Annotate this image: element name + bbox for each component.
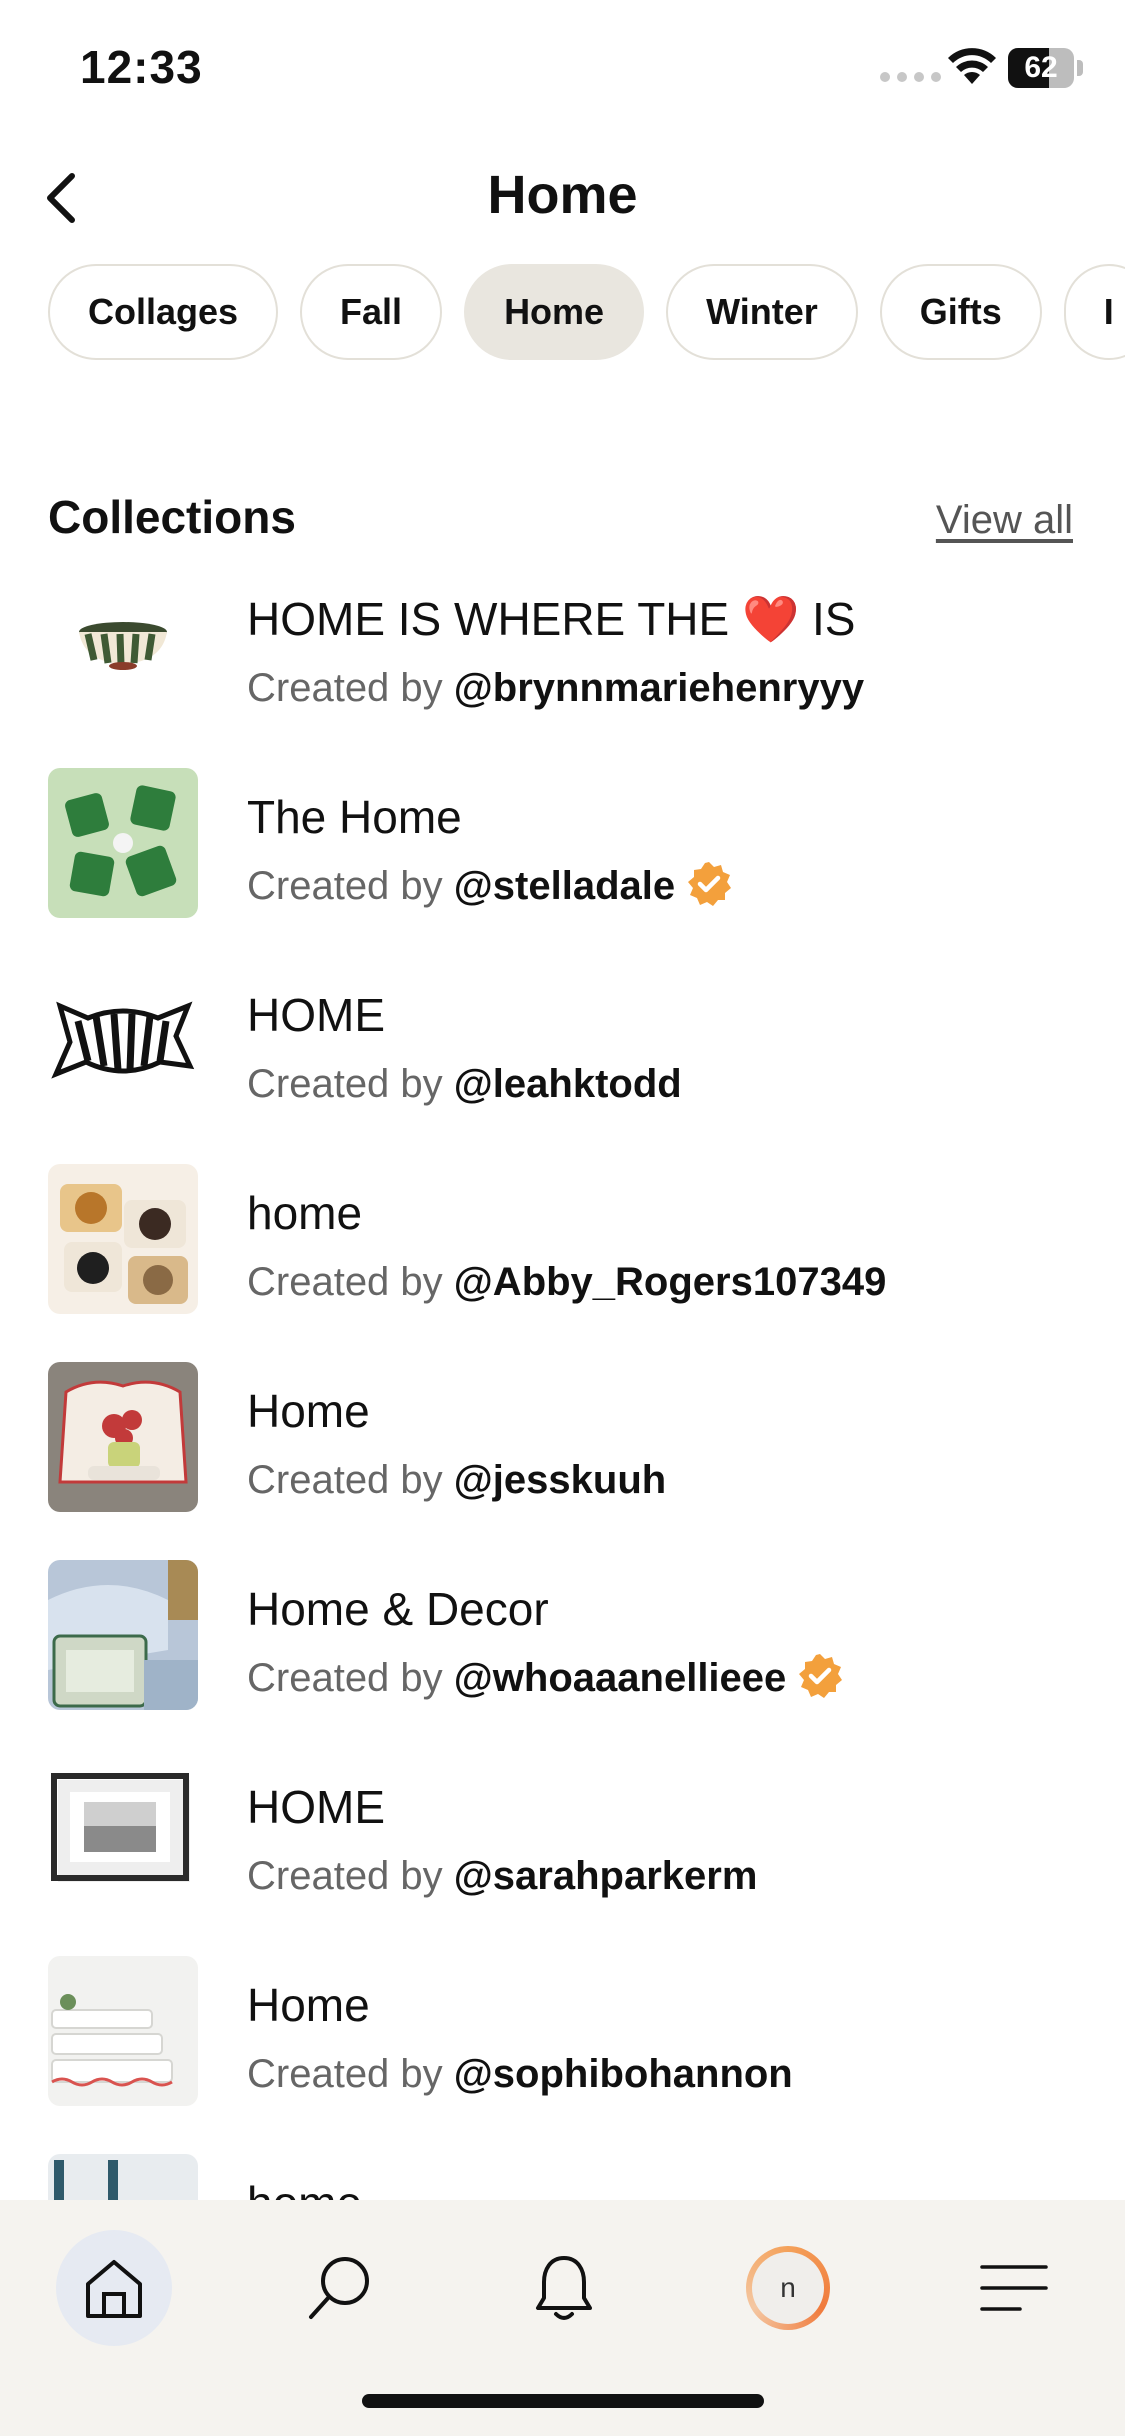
creator-handle[interactable]: @Abby_Rogers107349	[454, 1260, 887, 1304]
status-time: 12:33	[80, 41, 203, 93]
creator-handle[interactable]: @leahktodd	[454, 1062, 682, 1106]
collection-creator: Created by @whoaaanellieee	[247, 1654, 844, 1701]
collection-thumbnail	[48, 570, 198, 720]
avatar: n	[746, 2246, 830, 2330]
nav-profile-button[interactable]: n	[730, 2230, 846, 2346]
collection-creator: Created by @sophibohannon	[247, 2052, 793, 2096]
signal-icon	[880, 72, 941, 82]
wifi-icon	[948, 48, 996, 84]
collection-creator: Created by @stelladale	[247, 862, 733, 909]
collection-creator: Created by @leahktodd	[247, 1062, 682, 1106]
status-bar: 12:33 62	[0, 0, 1125, 140]
creator-handle[interactable]: @whoaaanellieee	[454, 1656, 786, 1700]
collection-thumbnail	[48, 1758, 198, 1908]
creator-handle[interactable]: @sarahparkerm	[454, 1854, 758, 1898]
collection-title: home	[247, 2176, 362, 2200]
collection-title: Home & Decor	[247, 1583, 549, 1635]
nav-search-button[interactable]	[282, 2230, 398, 2346]
list-item[interactable]: home Created by @Abby_Rogers107349	[0, 1164, 1125, 1362]
battery-icon: 62	[1008, 48, 1074, 88]
list-item[interactable]: home	[0, 2154, 1125, 2200]
collection-thumbnail	[48, 1362, 198, 1512]
battery-level: 62	[1024, 51, 1058, 84]
view-all-link[interactable]: View all	[936, 498, 1073, 543]
collection-thumbnail	[48, 2154, 198, 2200]
search-icon	[309, 2257, 369, 2319]
menu-icon	[980, 2265, 1048, 2311]
chip-more[interactable]: I	[1063, 264, 1125, 360]
list-item[interactable]: Home Created by @sophibohannon	[0, 1956, 1125, 2154]
bell-icon	[536, 2256, 592, 2320]
verified-badge-icon	[688, 862, 732, 907]
nav-notifications-button[interactable]	[506, 2230, 622, 2346]
chip-home[interactable]: Home	[464, 264, 645, 360]
creator-handle[interactable]: @brynnmariehenryyy	[454, 666, 864, 710]
home-indicator	[362, 2394, 764, 2408]
list-item[interactable]: HOME Created by @leahktodd	[0, 966, 1125, 1164]
category-chips: Collages Fall Home Winter Gifts I	[48, 264, 1125, 360]
chip-gifts[interactable]: Gifts	[879, 264, 1042, 360]
creator-handle[interactable]: @jesskuuh	[454, 1458, 666, 1502]
chip-winter[interactable]: Winter	[666, 264, 858, 360]
collection-title: HOME IS WHERE THE ❤️ IS	[247, 593, 856, 645]
nav-menu-button[interactable]	[956, 2230, 1072, 2346]
collection-thumbnail	[48, 1560, 198, 1710]
list-item[interactable]: HOME IS WHERE THE ❤️ IS Created by @bryn…	[0, 570, 1125, 768]
collection-thumbnail	[48, 768, 198, 918]
list-item[interactable]: Home & Decor Created by @whoaaanellieee	[0, 1560, 1125, 1758]
list-item[interactable]: HOME Created by @sarahparkerm	[0, 1758, 1125, 1956]
avatar-initial: n	[752, 2252, 824, 2324]
collection-creator: Created by @brynnmariehenryyy	[247, 666, 865, 710]
collection-title: Home	[247, 1979, 370, 2031]
nav-home-button[interactable]	[56, 2230, 172, 2346]
collection-thumbnail	[48, 966, 198, 1116]
home-icon	[86, 2260, 142, 2318]
collection-title: home	[247, 1187, 363, 1239]
collection-title: HOME	[247, 989, 385, 1041]
collections-heading: Collections	[48, 491, 296, 543]
chip-collages[interactable]: Collages	[48, 264, 279, 360]
creator-handle[interactable]: @stelladale	[454, 864, 675, 908]
collection-title: HOME	[247, 1781, 385, 1833]
collection-title: Home	[247, 1385, 370, 1437]
collection-title: The Home	[247, 791, 462, 843]
collection-creator: Created by @sarahparkerm	[247, 1854, 758, 1898]
verified-badge-icon	[799, 1654, 843, 1699]
collection-thumbnail	[48, 1164, 198, 1314]
list-item[interactable]: The Home Created by @stelladale	[0, 768, 1125, 966]
collection-thumbnail	[48, 1956, 198, 2106]
page-title: Home	[487, 165, 638, 225]
collections-list: HOME IS WHERE THE ❤️ IS Created by @bryn…	[0, 570, 1125, 2200]
collection-creator: Created by @Abby_Rogers107349	[247, 1260, 887, 1304]
creator-handle[interactable]: @sophibohannon	[454, 2052, 793, 2096]
list-item[interactable]: Home Created by @jesskuuh	[0, 1362, 1125, 1560]
chip-fall[interactable]: Fall	[300, 264, 443, 360]
collection-creator: Created by @jesskuuh	[247, 1458, 667, 1502]
